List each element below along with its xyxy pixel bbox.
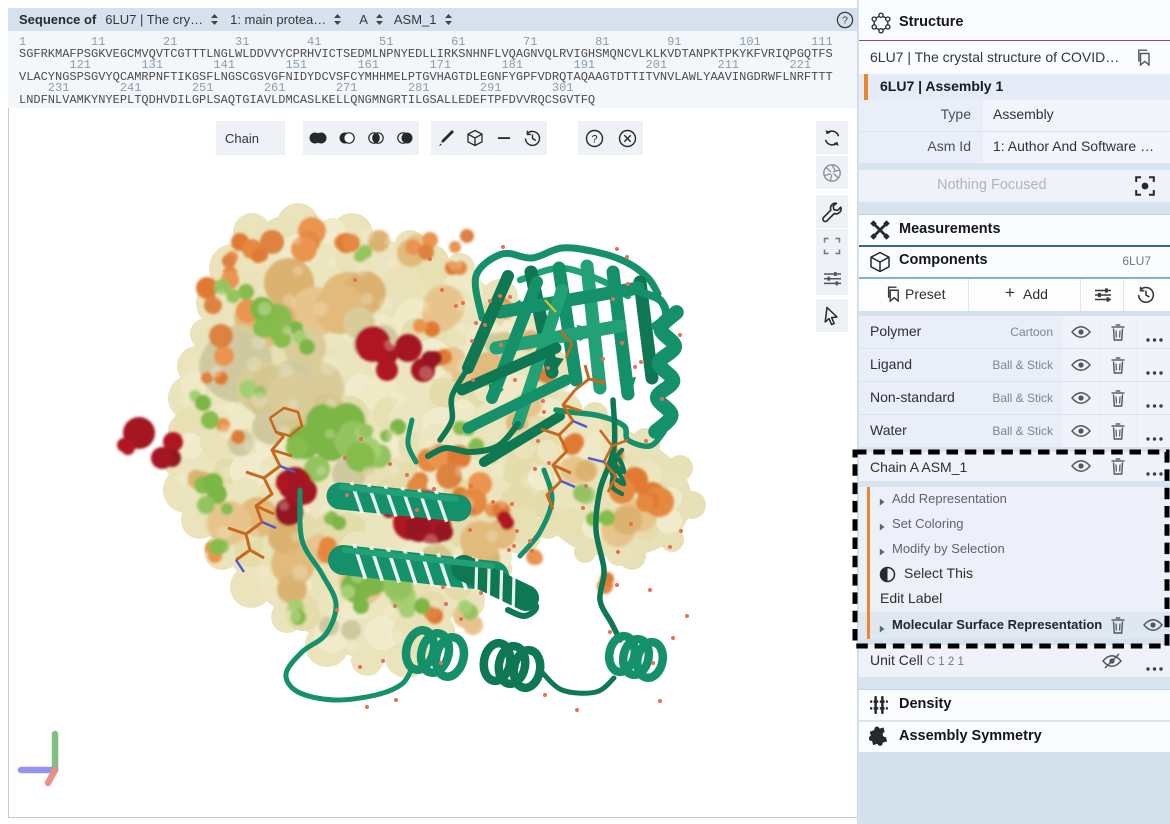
svg-text:?: ?	[842, 15, 848, 27]
svg-text:?: ?	[591, 133, 597, 145]
